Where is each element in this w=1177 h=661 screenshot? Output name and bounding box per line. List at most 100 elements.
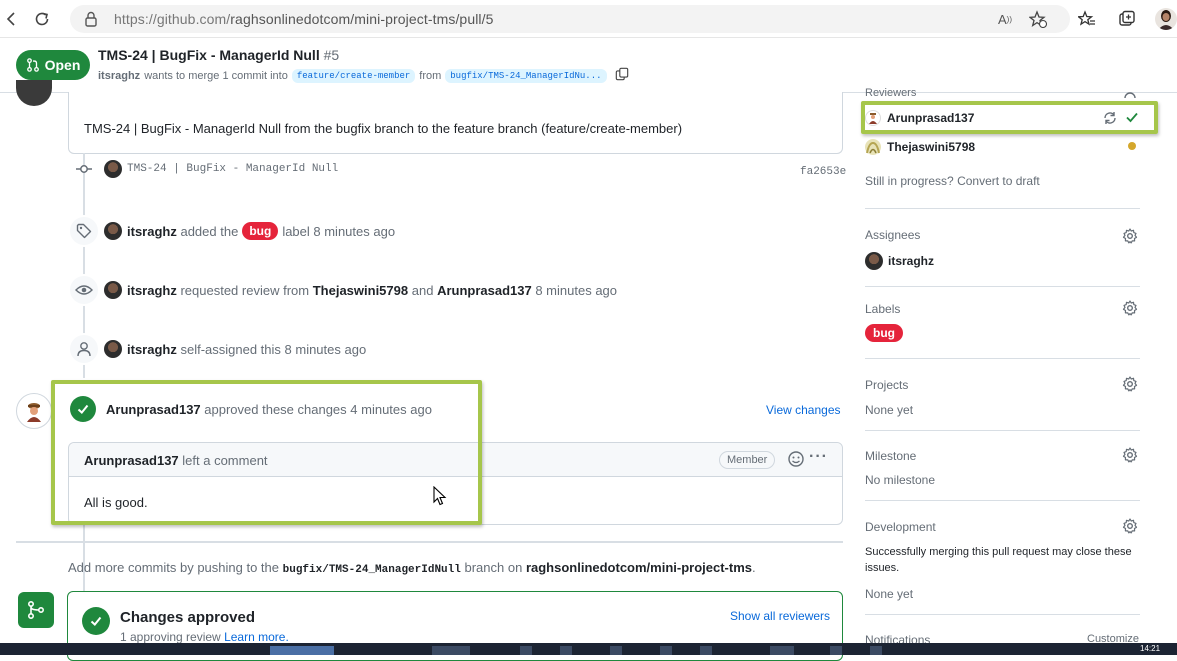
gear-icon[interactable] <box>1122 300 1138 319</box>
taskbar-app[interactable] <box>770 646 794 655</box>
merge-status-subtitle: 1 approving review Learn more. <box>120 630 289 644</box>
pr-number: #5 <box>323 47 340 63</box>
pr-author[interactable]: itsraghz <box>98 70 140 82</box>
gear-icon[interactable] <box>1122 86 1138 101</box>
merge-status-title: Changes approved <box>120 609 256 626</box>
reload-icon[interactable] <box>31 8 53 30</box>
lock-icon <box>84 11 98 30</box>
reviewers-heading: Reviewers <box>865 87 917 99</box>
add-favorite-icon[interactable] <box>1028 9 1048 29</box>
pr-state-label: Open <box>44 57 81 73</box>
timeline-label-event: itsraghz added the bug label 8 minutes a… <box>68 215 395 247</box>
reviewer-name[interactable]: Thejaswini5798 <box>887 140 975 154</box>
favorites-icon[interactable] <box>1076 8 1098 30</box>
bug-label[interactable]: bug <box>865 324 903 342</box>
assignee-row[interactable]: itsraghz <box>865 252 934 270</box>
pr-title: TMS-24 | BugFix - ManagerId Null #5 <box>98 47 340 63</box>
avatar[interactable] <box>104 340 122 358</box>
assignee-name[interactable]: itsraghz <box>888 254 934 268</box>
learn-more-link[interactable]: Learn more. <box>224 630 289 644</box>
sidebar-divider <box>865 208 1140 209</box>
section-divider <box>16 541 843 543</box>
view-changes-link[interactable]: View changes <box>766 403 841 417</box>
assignees-heading: Assignees <box>865 228 921 242</box>
taskbar-app[interactable] <box>830 646 842 655</box>
pr-merge-summary: itsraghz wants to merge 1 commit into fe… <box>98 67 629 84</box>
author-avatar[interactable] <box>16 80 52 106</box>
bug-label[interactable]: bug <box>242 222 279 240</box>
gear-icon[interactable] <box>1122 518 1138 537</box>
review-summary: Arunprasad137 approved these changes 4 m… <box>106 402 432 417</box>
profile-avatar[interactable] <box>1155 8 1177 30</box>
avatar[interactable] <box>104 222 122 240</box>
timeline-commit: TMS-24 | BugFix - ManagerId Null <box>68 160 338 178</box>
head-branch[interactable]: bugfix/TMS-24_ManagerIdNu... <box>445 68 607 83</box>
taskbar-app[interactable] <box>660 646 672 655</box>
taskbar-app[interactable] <box>432 646 470 655</box>
avatar <box>865 139 881 155</box>
person-icon <box>68 333 100 365</box>
projects-value: None yet <box>865 403 914 417</box>
gear-icon[interactable] <box>1122 228 1138 247</box>
push-hint: Add more commits by pushing to the bugfi… <box>68 560 756 576</box>
sidebar-divider <box>865 500 1140 501</box>
eye-icon <box>68 274 100 306</box>
commit-sha[interactable]: fa2653e <box>800 166 846 178</box>
taskbar-app[interactable] <box>610 646 622 655</box>
reviewer-name[interactable]: Arunprasad137 <box>887 111 974 125</box>
mouse-cursor-icon <box>433 485 447 509</box>
taskbar-app[interactable] <box>700 646 712 655</box>
read-aloud-icon[interactable]: A)) <box>995 9 1015 29</box>
pr-sticky-header: Open TMS-24 | BugFix - ManagerId Null #5… <box>0 39 1177 93</box>
convert-to-draft-link[interactable]: Convert to draft <box>957 174 1040 188</box>
taskbar-app[interactable] <box>520 646 532 655</box>
pending-review-dot <box>1128 142 1136 150</box>
reviewer-name[interactable]: Arunprasad137 <box>106 402 201 417</box>
actor-name[interactable]: itsraghz <box>127 342 177 357</box>
pr-description-box: TMS-24 | BugFix - ManagerId Null from th… <box>68 92 843 154</box>
comment-author[interactable]: Arunprasad137 <box>84 453 179 468</box>
gear-icon[interactable] <box>1122 376 1138 395</box>
reviewer-row-thejaswini[interactable]: Thejaswini5798 <box>865 139 975 155</box>
gear-icon[interactable] <box>1122 447 1138 466</box>
actor-name[interactable]: itsraghz <box>127 224 177 239</box>
taskbar-app[interactable] <box>560 646 572 655</box>
copy-icon[interactable] <box>615 67 629 84</box>
smiley-icon[interactable] <box>787 450 805 468</box>
re-request-review-icon[interactable] <box>1102 110 1118 129</box>
reviewer-name[interactable]: Arunprasad137 <box>437 283 532 298</box>
collections-icon[interactable] <box>1116 8 1138 30</box>
milestone-value: No milestone <box>865 473 936 487</box>
avatar[interactable] <box>104 281 122 299</box>
back-icon[interactable] <box>0 8 22 30</box>
comment-body: All is good. <box>84 495 148 510</box>
commit-message[interactable]: TMS-24 | BugFix - ManagerId Null <box>127 163 338 175</box>
reviewer-name[interactable]: Thejaswini5798 <box>313 283 408 298</box>
os-taskbar: 14:21 <box>0 643 1177 655</box>
milestone-heading: Milestone <box>865 449 917 463</box>
reviewer-row-arunprasad[interactable]: Arunprasad137 <box>865 110 974 126</box>
system-clock[interactable]: 14:21 <box>1140 644 1160 653</box>
commit-icon <box>68 164 100 174</box>
approved-check-icon <box>70 396 96 422</box>
timeline-self-assign: itsraghz self-assigned this 8 minutes ag… <box>68 333 366 365</box>
taskbar-app[interactable] <box>270 646 334 655</box>
pr-state-badge: Open <box>16 50 90 80</box>
taskbar-app[interactable] <box>870 646 882 655</box>
avatar <box>865 110 881 126</box>
actor-name[interactable]: itsraghz <box>127 283 177 298</box>
development-text: Successfully merging this pull request m… <box>865 546 1132 574</box>
show-all-reviewers-link[interactable]: Show all reviewers <box>730 609 830 623</box>
reviewer-avatar[interactable] <box>16 393 52 429</box>
sidebar-divider <box>865 430 1140 431</box>
avatar[interactable] <box>104 160 122 178</box>
avatar <box>865 252 883 270</box>
kebab-menu-icon[interactable]: ··· <box>809 448 828 466</box>
tag-icon <box>68 215 100 247</box>
sidebar-divider <box>865 358 1140 359</box>
base-branch[interactable]: feature/create-member <box>291 68 416 83</box>
approved-check-icon <box>82 607 110 635</box>
address-bar[interactable]: https://github.com/raghsonlinedotcom/min… <box>70 5 1070 33</box>
repo-link[interactable]: raghsonlinedotcom/mini-project-tms <box>526 560 752 575</box>
branch-name[interactable]: bugfix/TMS-24_ManagerIdNull <box>283 564 461 576</box>
